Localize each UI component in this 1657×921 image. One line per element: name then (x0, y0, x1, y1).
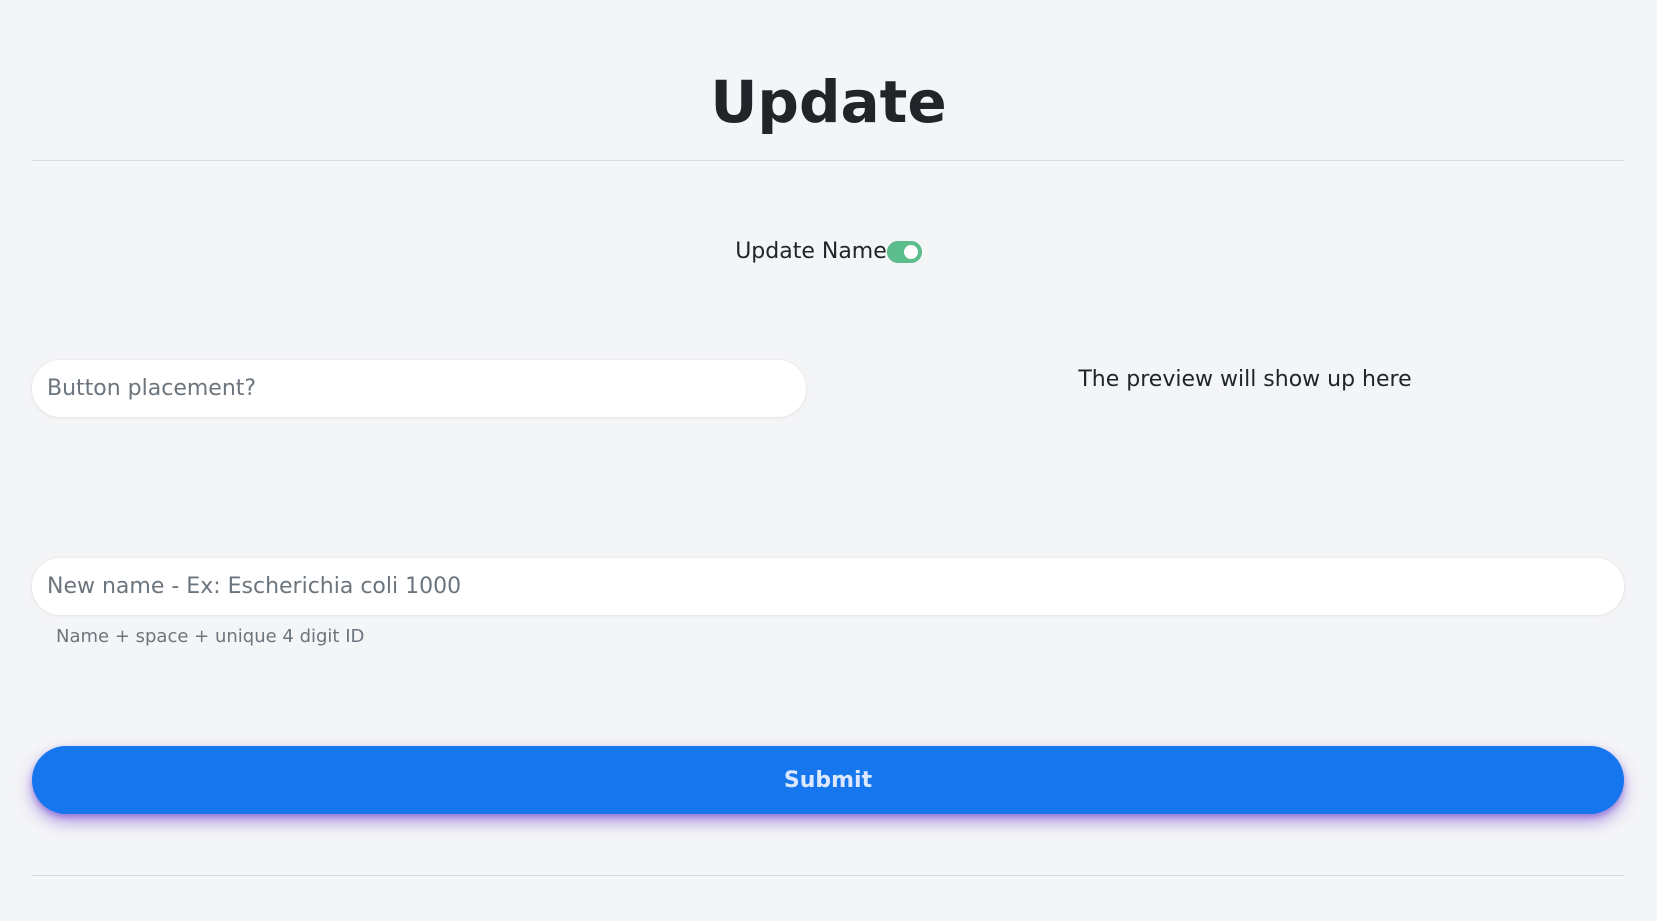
bottom-divider (32, 875, 1624, 876)
top-divider (32, 160, 1624, 161)
update-page: Update Update Name The preview will show… (0, 0, 1657, 921)
new-name-helper-text: Name + space + unique 4 digit ID (56, 626, 365, 647)
preview-placeholder: The preview will show up here (1078, 367, 1412, 392)
update-name-toggle[interactable] (886, 241, 922, 263)
button-placement-input[interactable] (32, 360, 806, 417)
new-name-input[interactable] (32, 558, 1624, 615)
submit-button[interactable]: Submit (32, 746, 1624, 814)
update-name-toggle-row: Update Name (0, 234, 1657, 270)
toggle-knob (903, 245, 918, 259)
update-name-label: Update Name (735, 239, 887, 264)
page-title: Update (710, 68, 947, 136)
